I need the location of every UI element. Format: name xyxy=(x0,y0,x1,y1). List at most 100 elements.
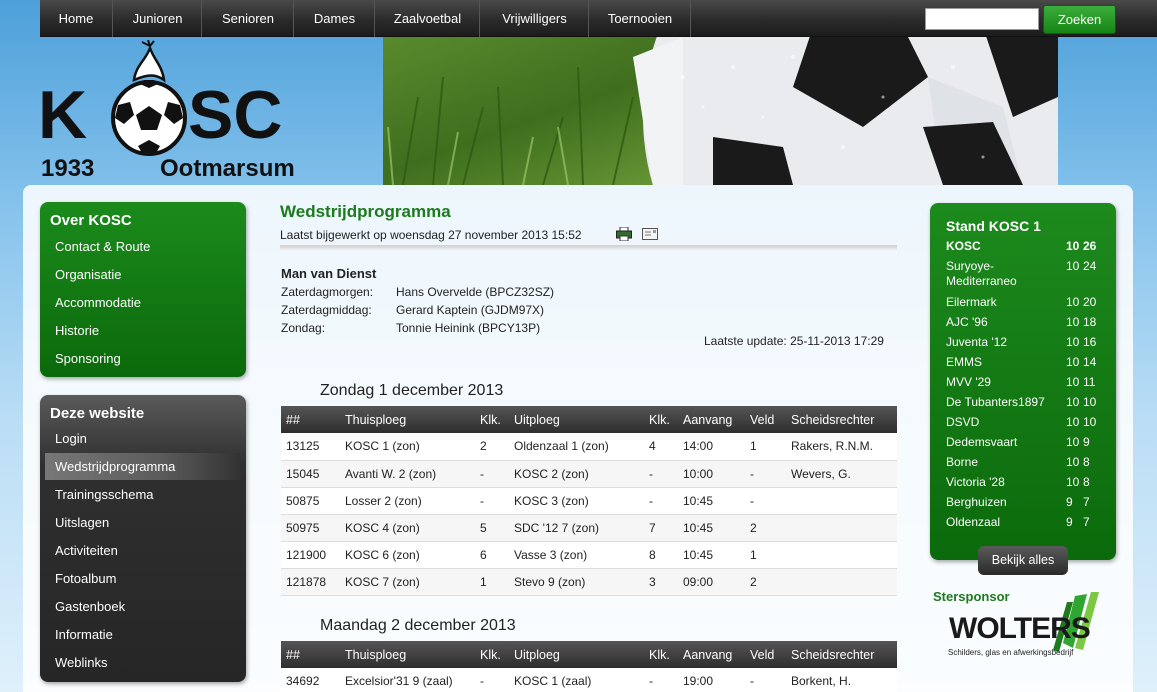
last-update-text: Laatste update: 25-11-2013 17:29 xyxy=(704,334,884,348)
standings-played: 10 xyxy=(1066,455,1080,469)
standings-team[interactable]: Victoria '28 xyxy=(946,475,1056,490)
standings-team[interactable]: Suryoye-Mediterraneo xyxy=(946,259,1026,289)
standings-team[interactable]: DSVD xyxy=(946,415,1056,430)
soccer-ball-image xyxy=(387,37,1058,185)
standings-points: 16 xyxy=(1083,335,1097,349)
standings-team[interactable]: Eilermark xyxy=(946,295,1056,310)
cell-kickoff: 10:45 xyxy=(678,514,745,542)
cell-home-time: - xyxy=(475,487,509,515)
search-button[interactable]: Zoeken xyxy=(1043,5,1116,34)
column-header-field: Veld xyxy=(745,641,786,668)
nav-item-senioren[interactable]: Senioren xyxy=(203,0,294,37)
sidebar-item-informatie[interactable]: Informatie xyxy=(55,627,113,642)
standings-points: 10 xyxy=(1083,415,1097,429)
cell-field: - xyxy=(745,487,786,515)
table-row: 15045 Avanti W. 2 (zon) - KOSC 2 (zon) -10:0… xyxy=(281,460,897,488)
nav-item-toernooien[interactable]: Toernooien xyxy=(590,0,691,37)
standings-points: 26 xyxy=(1083,239,1097,253)
cell-kickoff: 10:45 xyxy=(678,487,745,515)
cell-field: 2 xyxy=(745,568,786,596)
search-input[interactable] xyxy=(925,8,1039,30)
cell-kickoff: 10:00 xyxy=(678,460,745,488)
email-icon[interactable] xyxy=(642,228,658,240)
cell-away-time: - xyxy=(644,487,678,515)
standings-points: 11 xyxy=(1083,375,1096,389)
cell-away-team: KOSC 3 (zon) xyxy=(509,487,644,515)
cell-kickoff: 14:00 xyxy=(678,433,745,461)
standings-played: 10 xyxy=(1066,375,1080,389)
sidebar-item-uitslagen[interactable]: Uitslagen xyxy=(55,515,109,530)
cell-referee xyxy=(786,514,897,542)
sidebar-item-trainingsschema[interactable]: Trainingsschema xyxy=(55,487,154,502)
sidebar-item-historie[interactable]: Historie xyxy=(55,323,99,338)
standings-points: 20 xyxy=(1083,295,1097,309)
sidebar-item-fotoalbum[interactable]: Fotoalbum xyxy=(55,571,116,586)
standings-played: 10 xyxy=(1066,355,1080,369)
standings-played: 10 xyxy=(1066,475,1080,489)
cell-referee xyxy=(786,487,897,515)
duty-title: Man van Dienst xyxy=(281,266,377,281)
sidebar-item-organisatie[interactable]: Organisatie xyxy=(55,267,121,282)
standings-played: 10 xyxy=(1066,259,1080,273)
cell-home-time: - xyxy=(475,460,509,488)
standings-team[interactable]: EMMS xyxy=(946,355,1056,370)
sidebar-item-gastenboek[interactable]: Gastenboek xyxy=(55,599,125,614)
column-header-kickoff: Aanvang xyxy=(678,406,745,433)
cell-field: 1 xyxy=(745,433,786,461)
nav-item-home[interactable]: Home xyxy=(40,0,113,37)
sidebar-item-accommodatie[interactable]: Accommodatie xyxy=(55,295,141,310)
duty-label: Zaterdagmorgen: xyxy=(281,285,374,299)
standings-team[interactable]: Berghuizen xyxy=(946,495,1056,510)
club-logo[interactable]: K SC 1933 Ootmarsum xyxy=(38,39,338,185)
cell-home-time: 5 xyxy=(475,514,509,542)
standings-points: 7 xyxy=(1083,515,1090,529)
standings-team[interactable]: MVV '29 xyxy=(946,375,1056,390)
sidebar-item-contact-route[interactable]: Contact & Route xyxy=(55,239,150,254)
nav-item-dames[interactable]: Dames xyxy=(295,0,375,37)
standings-team[interactable]: Borne xyxy=(946,455,1056,470)
table-row: 34692 Excelsior'31 9 (zaal) - KOSC 1 (zaal)… xyxy=(281,668,897,692)
standings-team[interactable]: Juventa '12 xyxy=(946,335,1056,350)
cell-match-number: 13125 xyxy=(281,433,340,461)
cell-home-team: KOSC 4 (zon) xyxy=(340,514,475,542)
sidebar-item-sponsoring[interactable]: Sponsoring xyxy=(55,351,121,366)
cell-away-team: SDC '12 7 (zon) xyxy=(509,514,644,542)
standings-team[interactable]: Oldenzaal xyxy=(946,515,1056,530)
cell-field: - xyxy=(745,668,786,692)
nav-item-vrijwilligers[interactable]: Vrijwilligers xyxy=(481,0,589,37)
sponsor-name[interactable]: WOLTERS xyxy=(949,612,1091,646)
standings-team[interactable]: AJC '96 xyxy=(946,315,1056,330)
sidebar-item-wedstrijdprogramma[interactable]: Wedstrijdprogramma xyxy=(55,459,175,474)
cell-away-time: 4 xyxy=(644,433,678,461)
sidebar-item-weblinks[interactable]: Weblinks xyxy=(55,655,108,670)
cell-home-team: Avanti W. 2 (zon) xyxy=(340,460,475,488)
standings-team[interactable]: KOSC xyxy=(946,239,1056,254)
column-header-field: Veld xyxy=(745,406,786,433)
duty-value: Gerard Kaptein (GJDM97X) xyxy=(396,303,545,317)
standings-points: 8 xyxy=(1083,475,1090,489)
sidebar-item-login[interactable]: Login xyxy=(55,431,87,446)
view-all-button[interactable]: Bekijk alles xyxy=(978,546,1068,575)
cell-match-number: 50975 xyxy=(281,514,340,542)
cell-away-team: Oldenzaal 1 (zon) xyxy=(509,433,644,461)
column-header-away-team: Uitploeg xyxy=(509,406,644,433)
table-header-row: ## Thuisploeg Klk. Uitploeg Klk. Aanvang Veld S… xyxy=(281,641,897,668)
nav-item-junioren[interactable]: Junioren xyxy=(114,0,202,37)
cell-home-team: KOSC 6 (zon) xyxy=(340,541,475,569)
column-header-referee: Scheidsrechter xyxy=(786,641,897,668)
standings-played: 9 xyxy=(1066,495,1073,509)
cell-away-team: KOSC 2 (zon) xyxy=(509,460,644,488)
print-icon[interactable] xyxy=(616,227,632,241)
header-banner xyxy=(383,37,1058,185)
nav-item-zaalvoetbal[interactable]: Zaalvoetbal xyxy=(376,0,480,37)
cell-match-number: 121900 xyxy=(281,541,340,569)
cell-field: - xyxy=(745,460,786,488)
page-title: Wedstrijdprogramma xyxy=(280,202,451,221)
standings-team[interactable]: Dedemsvaart xyxy=(946,435,1056,450)
table-row: 121900 KOSC 6 (zon) 6 Vasse 3 (zon) 8 10:45 1 xyxy=(281,541,897,569)
sidebar-item-activiteiten[interactable]: Activiteiten xyxy=(55,543,118,558)
about-menu-box: Over KOSC Contact & Route Organisatie Ac… xyxy=(40,202,246,377)
cell-referee: Rakers, R.N.M. xyxy=(786,433,897,461)
logo-k: K xyxy=(38,77,88,153)
standings-team[interactable]: De Tubanters1897 xyxy=(946,395,1056,410)
